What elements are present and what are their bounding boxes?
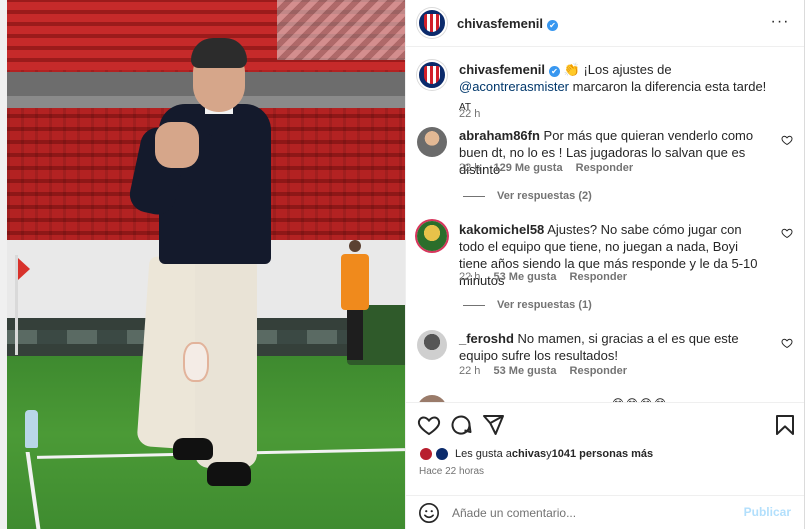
comment-item-partial: 😂😂😂😂 <box>406 393 804 402</box>
comment-reply-button[interactable]: Responder <box>570 365 627 377</box>
likes-prefix: Les gusta a <box>455 448 512 460</box>
comment-composer: Publicar <box>406 495 804 529</box>
view-replies-button[interactable]: Ver respuestas (1) <box>459 299 592 311</box>
comment-username[interactable]: kakomichel58 <box>459 222 544 237</box>
comment-like-icon[interactable] <box>781 227 793 239</box>
corner-flag-post <box>15 255 18 355</box>
comment-time: 22 h <box>459 162 481 174</box>
post-actions: Les gusta a chivas y 1041 personas más H… <box>406 402 804 529</box>
comment-like-icon[interactable] <box>781 134 793 146</box>
post-header: chivasfemenil ✔ ··· <box>406 0 804 47</box>
verified-badge-icon: ✔ <box>547 20 558 31</box>
comment-input[interactable] <box>452 502 732 524</box>
steward-figure <box>339 240 369 360</box>
likes-user-link[interactable]: chivas <box>512 448 546 460</box>
caption-time-text: 22 h <box>459 108 481 120</box>
comment-text: _feroshd No mamen, si gracias a el es qu… <box>459 330 768 364</box>
caption-avatar[interactable] <box>417 60 447 90</box>
post-username-text[interactable]: chivasfemenil <box>457 16 543 31</box>
caption-emoji: 👏 <box>563 62 580 77</box>
likes-count-link[interactable]: 1041 personas más <box>552 448 654 460</box>
heart-icon[interactable] <box>417 413 441 437</box>
ball-figure <box>183 342 209 382</box>
comment-item: kakomichel58 Ajustes? No sabe cómo jugar… <box>406 219 804 329</box>
comment-item: _feroshd No mamen, si gracias a el es qu… <box>406 330 804 390</box>
comment-time: 22 h <box>459 365 481 377</box>
post-username[interactable]: chivasfemenil ✔ <box>457 16 558 31</box>
comment-likes[interactable]: 53 Me gusta <box>493 271 556 283</box>
comment-like-icon[interactable] <box>781 337 793 349</box>
more-options-button[interactable]: ··· <box>770 12 790 32</box>
comment-username[interactable]: abraham86fn <box>459 128 540 143</box>
page-left-edge <box>0 0 7 529</box>
caption-text: chivasfemenil ✔ 👏 ¡Los ajustes de @acontr… <box>459 61 768 116</box>
comment-item: abraham86fn Por más que quieran venderlo… <box>406 127 804 227</box>
comment-meta: 22 h 129 Me gusta Responder <box>459 162 643 174</box>
view-replies-button[interactable]: Ver respuestas (2) <box>459 190 592 202</box>
comment-avatar[interactable] <box>417 127 447 157</box>
water-bottle <box>25 410 38 448</box>
comment-likes[interactable]: 53 Me gusta <box>493 365 556 377</box>
caption-body-start: ¡Los ajustes de <box>583 62 672 77</box>
verified-badge-icon: ✔ <box>549 66 560 77</box>
caption-time: 22 h <box>459 108 490 120</box>
caption-mention-link[interactable]: @acontrerasmister <box>459 79 569 94</box>
comment-meta: 22 h 53 Me gusta Responder <box>459 271 637 283</box>
post-side-panel: chivasfemenil ✔ ··· chivasfemenil ✔ 👏 ¡Los… <box>405 0 805 529</box>
comment-meta: 22 h 53 Me gusta Responder <box>459 365 637 377</box>
stadium-stairs <box>277 0 405 60</box>
view-replies-label[interactable]: Ver respuestas (1) <box>497 299 592 311</box>
comment-reply-button[interactable]: Responder <box>570 271 627 283</box>
comment-icon[interactable] <box>449 413 473 437</box>
comment-likes[interactable]: 129 Me gusta <box>493 162 562 174</box>
caption: chivasfemenil ✔ 👏 ¡Los ajustes de @acontr… <box>406 60 804 120</box>
post-timestamp: Hace 22 horas <box>419 466 485 477</box>
liker-avatar <box>419 447 433 461</box>
comments-list[interactable]: chivasfemenil ✔ 👏 ¡Los ajustes de @acontr… <box>406 48 804 402</box>
likes-summary[interactable]: Les gusta a chivas y 1041 personas más <box>419 447 653 461</box>
club-crest-icon <box>424 14 440 32</box>
comment-reply-button[interactable]: Responder <box>576 162 633 174</box>
comment-username[interactable]: _feroshd <box>459 331 514 346</box>
emoji-icon[interactable] <box>418 502 440 524</box>
liker-avatar <box>435 447 449 461</box>
view-replies-label[interactable]: Ver respuestas (2) <box>497 190 592 202</box>
comment-avatar[interactable] <box>417 395 447 402</box>
comment-avatar[interactable] <box>417 221 447 251</box>
caption-username[interactable]: chivasfemenil <box>459 62 545 77</box>
caption-body-end: marcaron la diferencia esta tarde! <box>569 79 767 94</box>
replies-dash <box>463 195 485 197</box>
post-photo[interactable] <box>7 0 405 529</box>
comment-avatar[interactable] <box>417 330 447 360</box>
publish-button[interactable]: Publicar <box>744 505 791 519</box>
share-icon[interactable] <box>481 413 505 437</box>
club-crest-icon <box>424 66 440 84</box>
coach-figure <box>126 38 279 498</box>
comment-time: 22 h <box>459 271 481 283</box>
profile-avatar[interactable] <box>417 8 447 38</box>
bookmark-icon[interactable] <box>773 413 797 437</box>
replies-dash <box>463 304 485 306</box>
